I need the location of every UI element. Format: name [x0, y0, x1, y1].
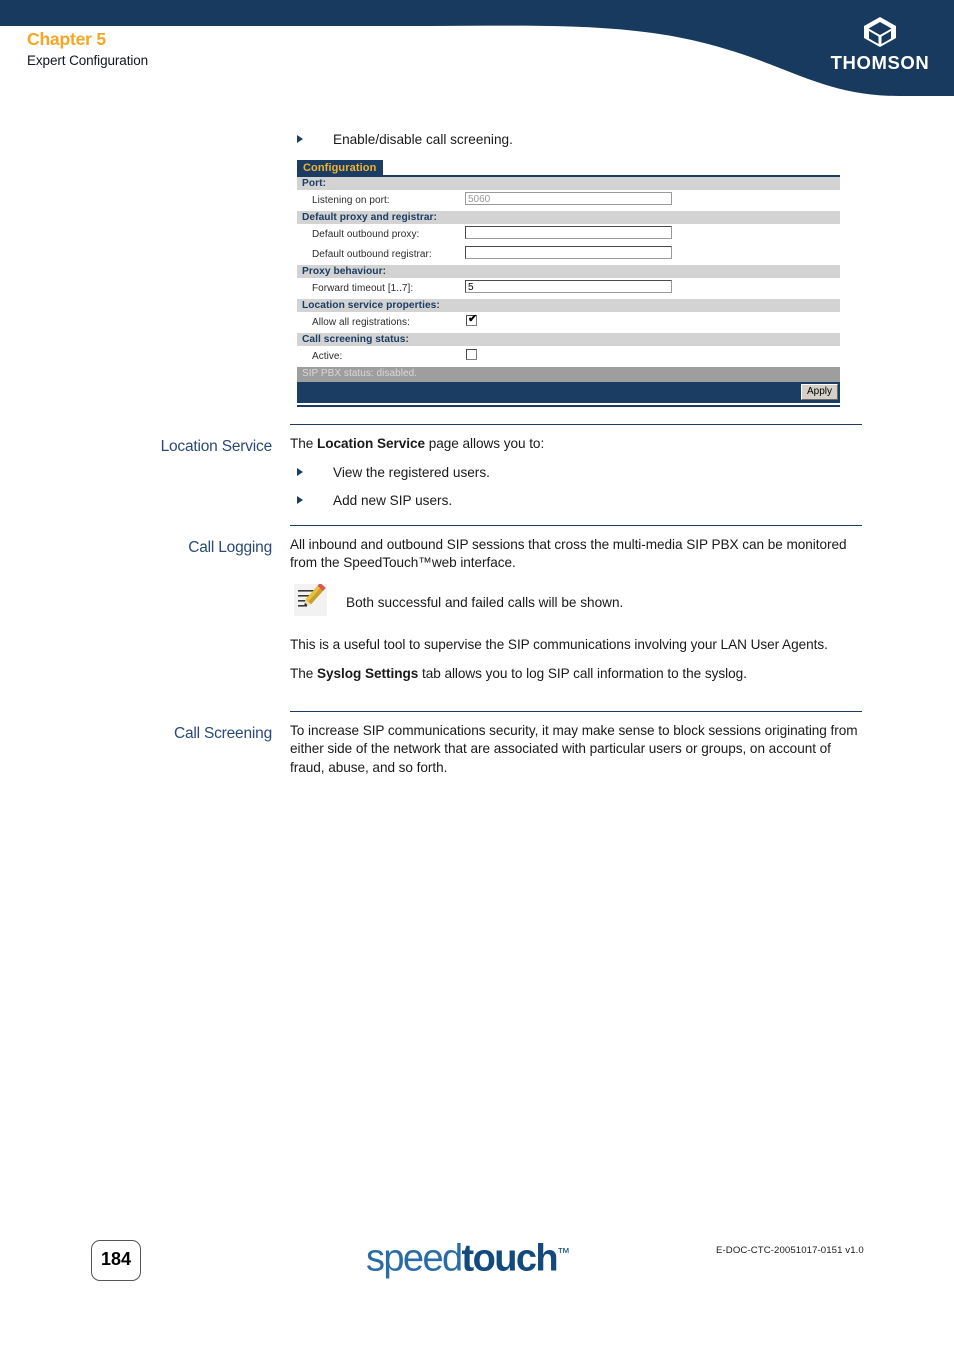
section-rule — [290, 424, 862, 425]
para3-prefix: The — [290, 666, 318, 682]
intro-bullet-text: Enable/disable call screening. — [333, 132, 513, 147]
intro-prefix: The — [290, 436, 318, 451]
chapter-block: Chapter 5 Expert Configuration — [27, 29, 149, 68]
sip-pbx-status-bar: SIP PBX status: disabled. — [297, 367, 840, 382]
chapter-subtitle: Expert Configuration — [27, 52, 149, 68]
field-row-allow-all-registrations: Allow all registrations: ✔ — [297, 313, 840, 333]
apply-button[interactable]: Apply — [800, 384, 838, 400]
field-row-forward-timeout: Forward timeout [1..7]: 5 — [297, 279, 840, 299]
label-active: Active: — [312, 351, 343, 362]
location-service-bullets: View the registered users. Add new SIP u… — [290, 464, 862, 510]
field-row-active: Active: — [297, 347, 840, 367]
active-checkbox[interactable] — [466, 349, 477, 360]
call-logging-para-1: All inbound and outbound SIP sessions th… — [290, 537, 847, 571]
section-call-logging: Call Logging All inbound and outbound SI… — [0, 525, 954, 695]
speedtouch-logo: speedtouch™ — [366, 1232, 570, 1280]
default-outbound-proxy-input[interactable] — [465, 226, 672, 239]
location-service-intro: The Location Service page allows you to: — [290, 435, 862, 453]
arrow-bullet-icon — [297, 468, 303, 477]
field-row-listening-port: Listening on port: 5060 — [297, 191, 840, 211]
arrow-bullet-icon — [297, 135, 303, 143]
allow-all-registrations-checkbox[interactable]: ✔ — [466, 313, 478, 326]
label-default-outbound-proxy: Default outbound proxy: — [312, 229, 420, 240]
listening-port-input[interactable]: 5060 — [465, 192, 672, 205]
logo-touch: touch — [461, 1237, 559, 1280]
default-outbound-registrar-input[interactable] — [465, 246, 672, 259]
document-code: E-DOC-CTC-20051017-0151 v1.0 — [716, 1245, 864, 1256]
bullet-text: View the registered users. — [333, 465, 490, 481]
call-logging-para-3: The Syslog Settings tab allows you to lo… — [290, 665, 862, 683]
call-logging-para-2: This is a useful tool to supervise the S… — [290, 636, 828, 652]
list-item: Add new SIP users. — [290, 492, 862, 510]
intro-bold: Location Service — [317, 436, 426, 451]
field-row-default-outbound-registrar: Default outbound registrar: — [297, 245, 840, 265]
para3-suffix: tab allows you to log SIP call informati… — [418, 666, 747, 682]
tab-configuration[interactable]: Configuration — [297, 160, 384, 177]
screenshot-tabbar: Configuration — [297, 158, 840, 177]
screenshot-apply-bar: Apply — [297, 382, 840, 405]
configuration-screenshot-panel: Configuration Port: Listening on port: 5… — [297, 158, 840, 407]
call-screening-para-1: To increase SIP communications security,… — [290, 723, 858, 775]
gutter-label-call-logging: Call Logging — [188, 539, 272, 556]
label-default-outbound-registrar: Default outbound registrar: — [312, 249, 432, 260]
intro-bullet-list: Enable/disable call screening. — [290, 131, 862, 149]
label-forward-timeout: Forward timeout [1..7]: — [312, 283, 414, 294]
para3-bold: Syslog Settings — [317, 666, 419, 682]
thomson-hexagon-icon — [864, 17, 896, 47]
thomson-logo: THOMSON — [824, 16, 936, 74]
section-header-port: Port: — [297, 177, 840, 191]
list-item: Enable/disable call screening. — [290, 131, 862, 149]
label-allow-all-registrations: Allow all registrations: — [312, 317, 410, 328]
page-header: Chapter 5 Expert Configuration THOMSON — [0, 0, 954, 96]
list-item: View the registered users. — [290, 464, 862, 482]
note-pencil-icon — [294, 583, 327, 616]
label-listening-on-port: Listening on port: — [312, 195, 390, 206]
section-header-call-screening-status: Call screening status: — [297, 333, 840, 347]
gutter-label-call-screening: Call Screening — [173, 725, 272, 742]
intro-suffix: page allows you to: — [425, 436, 545, 451]
section-rule — [290, 525, 862, 526]
bullet-text: Add new SIP users. — [333, 493, 453, 509]
section-call-screening: Call Screening To increase SIP communica… — [0, 711, 954, 788]
note-text: Both successful and failed calls will be… — [346, 594, 624, 610]
section-rule — [290, 711, 862, 712]
section-header-proxy-behaviour: Proxy behaviour: — [297, 265, 840, 279]
intro-bullet-row: Enable/disable call screening. — [0, 131, 954, 159]
section-header-default-proxy-registrar: Default proxy and registrar: — [297, 211, 840, 225]
field-row-default-outbound-proxy: Default outbound proxy: — [297, 225, 840, 245]
chapter-title: Chapter 5 — [27, 29, 106, 49]
gutter-label-location-service: Location Service — [160, 438, 273, 455]
checkmark-icon: ✔ — [468, 313, 478, 325]
arrow-bullet-icon — [297, 496, 303, 505]
section-header-location-service-properties: Location service properties: — [297, 299, 840, 313]
section-location-service: Location Service The Location Service pa… — [0, 424, 954, 520]
screenshot-bottom-rule — [297, 405, 840, 407]
logo-trademark: ™ — [556, 1245, 570, 1260]
logo-speed: speed — [366, 1237, 463, 1280]
note-block: Both successful and failed calls will be… — [290, 583, 862, 622]
thomson-wordmark: THOMSON — [830, 52, 930, 73]
forward-timeout-input[interactable]: 5 — [465, 280, 672, 293]
page-number-badge: 184 — [91, 1240, 141, 1281]
page-number: 184 — [100, 1249, 132, 1269]
